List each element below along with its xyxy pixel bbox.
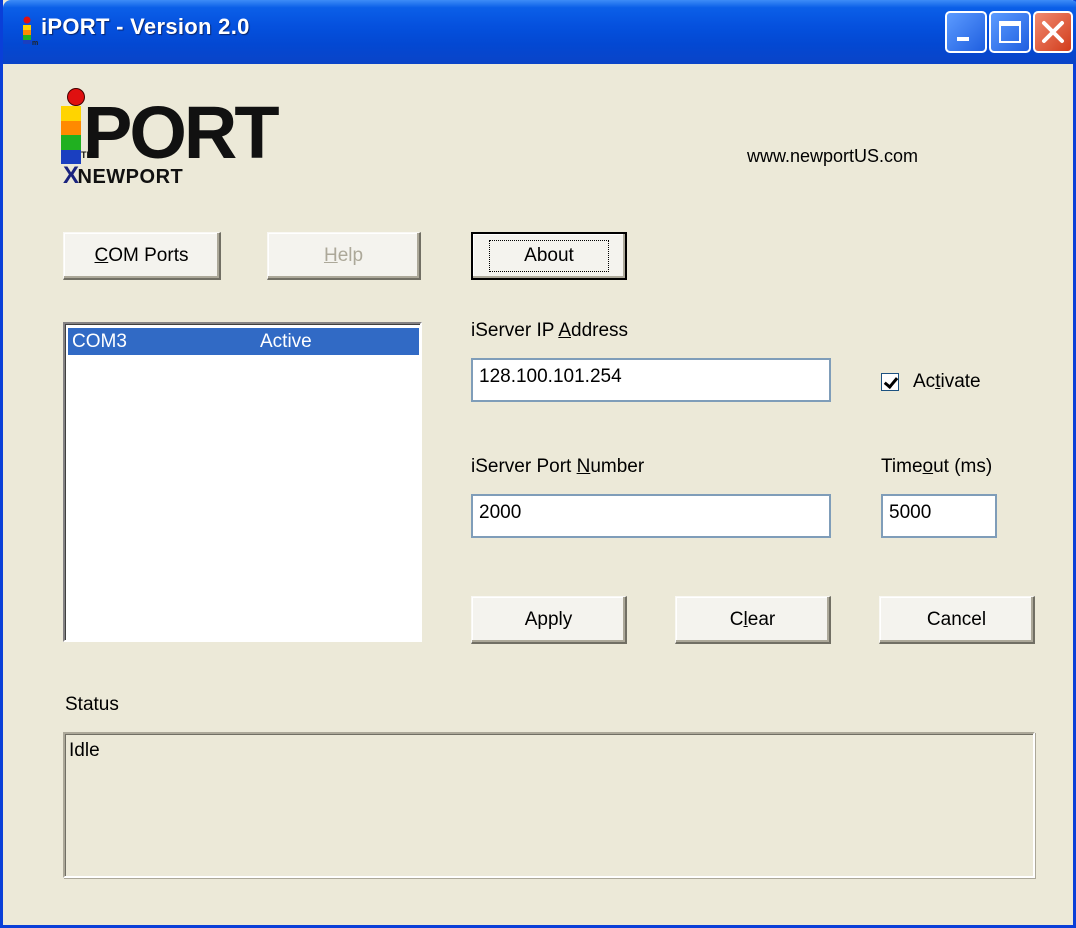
help-button[interactable]: Help	[267, 232, 421, 280]
logo-brand: PORT	[83, 91, 280, 174]
cancel-button[interactable]: Cancel	[879, 596, 1035, 644]
ip-address-input[interactable]: 128.100.101.254	[471, 358, 831, 402]
iport-window: m iPORT - Version 2.0 PORT TM XNEWPORT w…	[0, 0, 1076, 928]
iport-logo: PORT TM XNEWPORT	[61, 88, 280, 189]
title-bar[interactable]: m iPORT - Version 2.0	[3, 0, 1076, 64]
window-title: iPORT - Version 2.0	[41, 14, 250, 39]
apply-button[interactable]: Apply	[471, 596, 627, 644]
logo-color-bar-icon	[61, 106, 81, 164]
list-item-port: COM3	[72, 331, 127, 352]
clear-button[interactable]: Cl ear	[675, 596, 831, 644]
list-item[interactable]: COM3 Active	[68, 328, 419, 355]
timeout-input[interactable]: 5000	[881, 494, 997, 538]
com-ports-button[interactable]: C OM Ports	[63, 232, 221, 280]
website-url: www.newportUS.com	[747, 146, 919, 166]
timeout-label: Timeout (ms)	[881, 456, 993, 477]
logo-tm: TM	[81, 150, 94, 160]
status-box: Idle	[63, 732, 1035, 878]
status-label: Status	[65, 694, 119, 715]
maximize-icon	[999, 21, 1021, 43]
minimize-icon	[957, 37, 969, 41]
ip-address-label: iServer IP Address	[471, 320, 629, 341]
minimize-button[interactable]	[945, 11, 987, 53]
activate-label: Activate	[913, 371, 981, 392]
list-item-state: Active	[260, 331, 312, 352]
logo-newport: XNEWPORT	[63, 162, 184, 189]
checkbox-checked-icon[interactable]	[881, 373, 899, 391]
about-button[interactable]: About	[471, 232, 627, 280]
close-icon	[1042, 21, 1064, 43]
close-button[interactable]	[1033, 11, 1073, 53]
port-number-input[interactable]: 2000	[471, 494, 831, 538]
com-port-list[interactable]: COM3 Active	[63, 322, 422, 642]
maximize-button[interactable]	[989, 11, 1031, 53]
activate-checkbox[interactable]: Activate	[881, 370, 981, 394]
svg-text:m: m	[32, 40, 38, 46]
port-number-label: iServer Port Number	[471, 456, 645, 477]
